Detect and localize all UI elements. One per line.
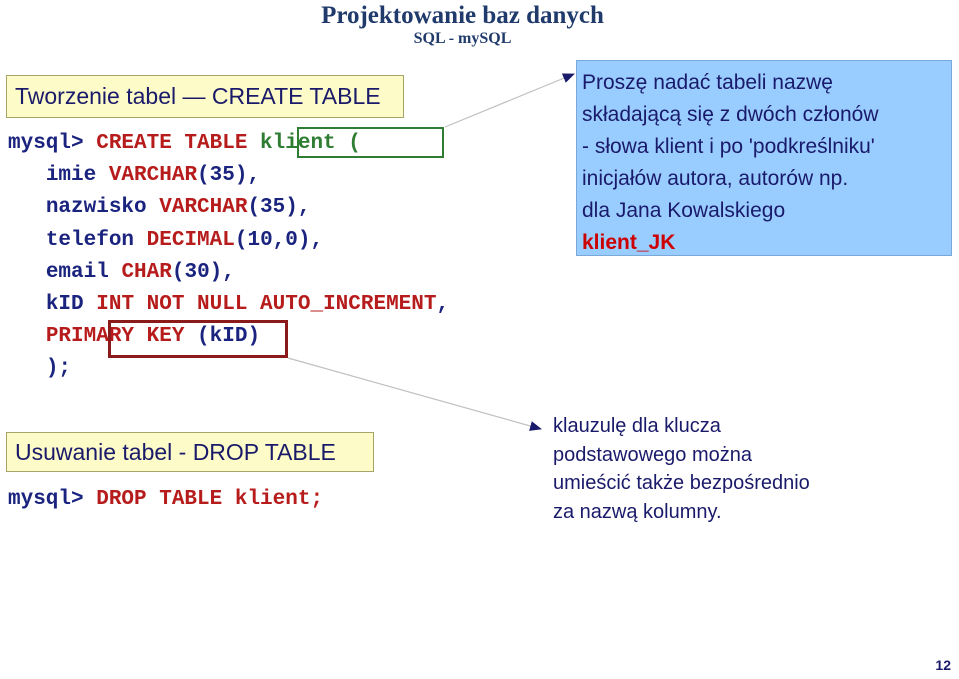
page-number: 12 [935, 657, 951, 673]
callout-arrows [287, 73, 575, 431]
arrow-table-name [444, 73, 575, 128]
arrow-primary-key [287, 357, 542, 431]
